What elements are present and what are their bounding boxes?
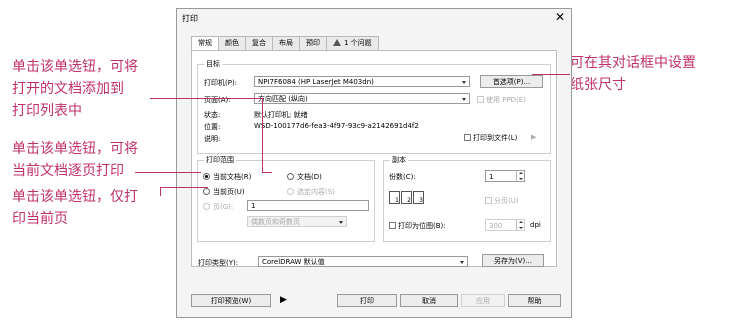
close-icon[interactable]: ✕ (555, 10, 565, 24)
print-style-label: 打印类型(Y): (198, 259, 239, 267)
selection-radio[interactable] (287, 188, 294, 195)
callout-line (150, 98, 262, 99)
print-dialog: 打印 ✕ 常规 颜色 复合 布局 预印 1 个问题 目标 打印机(P): NPI… (176, 8, 572, 318)
help-button[interactable]: 帮助 (508, 294, 561, 307)
printer-label: 打印机(P): (204, 79, 238, 87)
collate-label: 分页(U) (494, 197, 519, 205)
use-ppd-checkbox[interactable] (477, 96, 484, 103)
save-as-button[interactable]: 另存为(V)... (482, 254, 544, 267)
target-group: 目标 打印机(P): NPI7F6084 (HP LaserJet M403dn… (197, 59, 551, 154)
print-button[interactable]: 打印 (337, 294, 397, 307)
use-ppd-label: 使用 PPD(E) (486, 96, 526, 104)
print-to-file-arrow-icon[interactable]: ▶ (531, 133, 536, 141)
callout-line (262, 98, 263, 173)
page-select-value: 方向匹配 (纵向) (258, 95, 308, 103)
spinner-arrows-icon[interactable] (516, 171, 524, 181)
pages-label: 页(G): (213, 203, 234, 211)
page-label: 页面(A): (204, 96, 231, 104)
annotation-add-to-list: 单击该单选钮，可将 打开的文档添加到 打印列表中 (12, 56, 138, 122)
print-style-value: CorelDRAW 默认值 (262, 258, 325, 266)
location-label: 位置: (204, 123, 221, 131)
current-document-label: 当前文档(R) (213, 173, 252, 181)
print-range-title: 打印范围 (204, 155, 236, 165)
copies-count-label: 份数(C): (389, 173, 416, 181)
print-to-file-checkbox[interactable] (464, 134, 471, 141)
callout-line (160, 187, 208, 188)
tab-composite[interactable]: 复合 (245, 36, 273, 50)
chevron-down-icon (462, 98, 466, 101)
spinner-arrows-icon[interactable] (516, 220, 524, 230)
annotation-current-document: 单击该单选钮，可将 当前文档逐页打印 (12, 138, 138, 182)
collate-pages-icon: 123 (389, 191, 425, 204)
annotation-current-page: 单击该单选钮，仅打 印当前页 (12, 186, 138, 230)
target-group-title: 目标 (204, 59, 222, 69)
apply-button[interactable]: 应用 (461, 294, 505, 307)
collate-page: 1 (389, 191, 400, 204)
pages-input[interactable]: 1 (247, 200, 369, 211)
callout-line (160, 187, 161, 196)
annotation-line: 打开的文档添加到 (12, 81, 124, 97)
print-bitmap-label: 打印为位图(B): (398, 222, 446, 230)
current-page-label: 当前页(U) (213, 188, 245, 196)
pages-radio[interactable] (203, 203, 210, 210)
print-range-group: 打印范围 当前文档(R) 文档(D) 当前页(U) 选定内容(S) 页(G): … (197, 155, 375, 242)
tab-issues[interactable]: 1 个问题 (326, 36, 379, 50)
tab-issues-label: 1 个问题 (344, 39, 372, 47)
printer-select-value: NPI7F6084 (HP LaserJet M403dn) (258, 78, 374, 86)
chevron-down-icon (339, 221, 343, 224)
copies-value: 1 (489, 173, 494, 181)
status-label: 状态: (204, 111, 221, 119)
annotation-line: 可在其对话框中设置 (570, 55, 696, 71)
callout-line (532, 74, 570, 75)
copies-group: 副本 份数(C): 1 123 分页(U) 打印为位图(B): 300 dpi (383, 155, 551, 242)
warning-icon (333, 39, 341, 46)
tab-color[interactable]: 颜色 (218, 36, 246, 50)
collate-checkbox[interactable] (485, 197, 492, 204)
callout-line (135, 172, 201, 173)
dialog-title: 打印 (182, 14, 198, 23)
tab-bar: 常规 颜色 复合 布局 预印 1 个问题 (191, 36, 379, 50)
annotation-line: 当前文档逐页打印 (12, 163, 124, 179)
print-preview-button[interactable]: 打印预览(W) (191, 294, 271, 307)
general-panel: 目标 打印机(P): NPI7F6084 (HP LaserJet M403dn… (191, 50, 557, 267)
current-page-radio[interactable] (203, 188, 210, 195)
chevron-down-icon (460, 261, 464, 264)
printer-select[interactable]: NPI7F6084 (HP LaserJet M403dn) (254, 76, 470, 87)
tab-prepress[interactable]: 预印 (299, 36, 327, 50)
print-to-file-label: 打印到文件(L) (473, 134, 518, 142)
tab-layout[interactable]: 布局 (272, 36, 300, 50)
page-select[interactable]: 方向匹配 (纵向) (254, 93, 470, 104)
annotation-line: 单击该单选钮，可将 (12, 59, 138, 75)
annotation-line: 单击该单选钮，仅打 (12, 189, 138, 205)
callout-line (262, 172, 272, 173)
dpi-unit: dpi (530, 221, 541, 229)
current-document-radio[interactable] (203, 173, 210, 180)
annotation-preferences: 可在其对话框中设置 纸张尺寸 (570, 52, 696, 96)
selection-label: 选定内容(S) (297, 188, 335, 196)
annotation-line: 纸张尺寸 (570, 77, 626, 93)
even-odd-select[interactable]: 偶数页和奇数页 (247, 216, 347, 227)
dpi-spinner[interactable]: 300 (485, 219, 525, 231)
print-style-select[interactable]: CorelDRAW 默认值 (258, 256, 468, 267)
annotation-line: 打印列表中 (12, 103, 82, 119)
comment-label: 说明: (204, 135, 221, 143)
tab-general[interactable]: 常规 (191, 36, 219, 50)
chevron-down-icon (462, 81, 466, 84)
documents-label: 文档(D) (297, 173, 322, 181)
collate-page: 3 (413, 191, 424, 204)
annotation-line: 印当前页 (12, 211, 68, 227)
documents-radio[interactable] (287, 173, 294, 180)
dpi-value: 300 (489, 222, 503, 230)
copies-spinner[interactable]: 1 (485, 170, 525, 182)
preview-expand-arrow-icon[interactable]: ▶ (280, 295, 287, 305)
print-bitmap-checkbox[interactable] (389, 222, 396, 229)
cancel-button[interactable]: 取消 (400, 294, 458, 307)
location-value: WSD-100177d6-fea3-4f97-93c9-a2142691d4f2 (254, 122, 419, 130)
preferences-button[interactable]: 首选项(P)... (480, 75, 543, 88)
annotation-line: 单击该单选钮，可将 (12, 141, 138, 157)
even-odd-value: 偶数页和奇数页 (251, 218, 300, 226)
copies-title: 副本 (390, 155, 408, 165)
collate-page: 2 (401, 191, 412, 204)
